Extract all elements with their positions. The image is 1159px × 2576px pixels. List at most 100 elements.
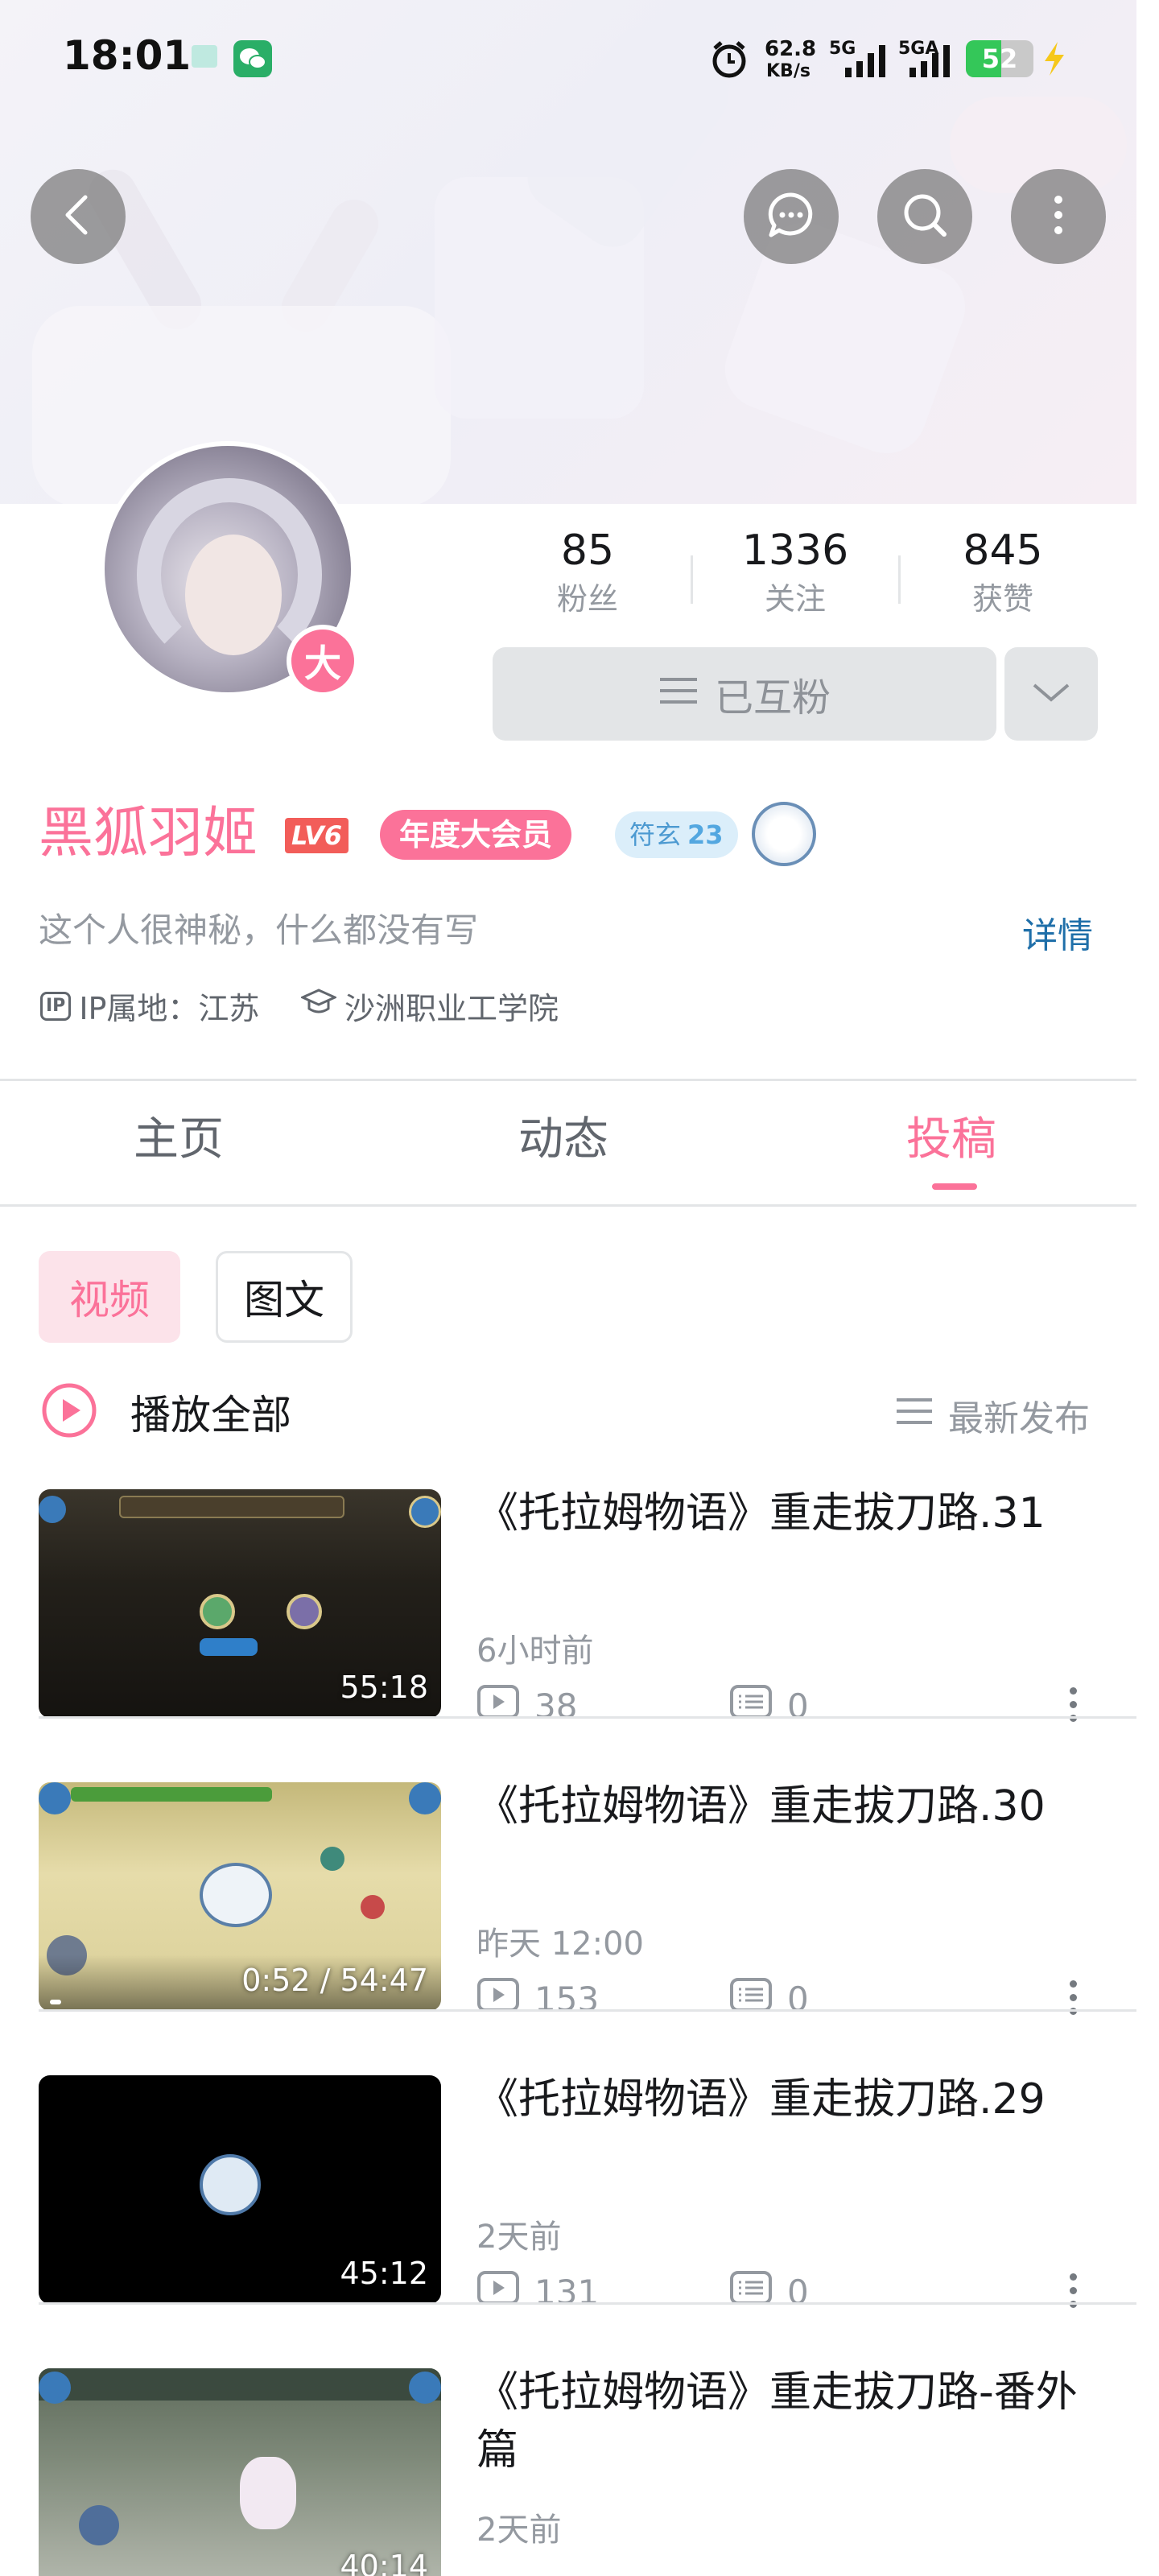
message-button[interactable]	[744, 169, 839, 264]
tab-uploads[interactable]: 投稿	[906, 1108, 996, 1172]
sort-label: 最新发布	[948, 1398, 1090, 1439]
graduation-cap-icon	[299, 988, 338, 1024]
stat-divider	[898, 555, 901, 604]
comment-icon	[729, 1684, 773, 1728]
video-item[interactable]: 0:52 / 54:47 《托拉姆物语》重走拔刀路.30 昨天 12:00 15…	[0, 1782, 1136, 2082]
ip-location: IP IP属地：江苏	[40, 984, 259, 1028]
fan-medal[interactable]: 符玄 23	[615, 811, 738, 858]
following-count: 1336	[741, 526, 849, 575]
signal-1-icon	[845, 45, 890, 80]
tab-home[interactable]: 主页	[134, 1108, 224, 1172]
video-thumbnail[interactable]: 40:14	[39, 2368, 441, 2576]
video-play-count: 131	[476, 2270, 599, 2314]
video-publish-time: 2天前	[476, 2512, 562, 2549]
play-all-label: 播放全部	[130, 1392, 291, 1439]
search-icon	[898, 188, 951, 245]
search-button[interactable]	[877, 169, 972, 264]
comment-count-value: 0	[787, 1979, 809, 2019]
divider	[39, 2009, 1136, 2012]
following-label: 关注	[764, 581, 826, 617]
school-info: 沙洲职业工学院	[299, 984, 559, 1028]
menu-lines-icon	[658, 671, 699, 716]
play-count-icon	[476, 1684, 520, 1728]
video-thumbnail[interactable]: 0:52 / 54:47	[39, 1782, 441, 2011]
net-speed-value: 62.8	[765, 37, 817, 61]
comment-count-value: 0	[787, 1686, 809, 1726]
battery-level: 52	[981, 43, 1018, 74]
video-title: 《托拉姆物语》重走拔刀路.29	[476, 2075, 1046, 2124]
video-play-count: 38	[476, 1684, 577, 1728]
video-thumbnail[interactable]: 45:12	[39, 2075, 441, 2304]
school-name: 沙洲职业工学院	[344, 991, 559, 1026]
status-time: 18:01	[63, 32, 192, 79]
video-thumbnail[interactable]: 55:18	[39, 1489, 441, 1718]
video-more-button[interactable]	[1061, 1676, 1085, 1732]
vip-badge: 大	[287, 625, 359, 697]
video-item[interactable]: 55:18 《托拉姆物语》重走拔刀路.31 6小时前 38 0	[0, 1489, 1136, 1789]
ip-location-text: IP属地：江苏	[79, 991, 260, 1026]
video-item[interactable]: 45:12 《托拉姆物语》重走拔刀路.29 2天前 131 0	[0, 2075, 1136, 2375]
back-button[interactable]	[31, 169, 126, 264]
fans-stat[interactable]: 85 粉丝	[499, 525, 676, 621]
alarm-icon	[708, 39, 750, 84]
detail-link[interactable]: 详情	[1022, 906, 1093, 958]
follow-status-label: 已互粉	[714, 675, 831, 720]
tab-dynamics[interactable]: 动态	[518, 1108, 608, 1172]
sort-lines-icon	[895, 1395, 934, 1436]
play-count-value: 38	[534, 1686, 578, 1726]
divider	[39, 2302, 1136, 2305]
stat-divider	[691, 555, 693, 604]
likes-stat[interactable]: 845 获赞	[914, 525, 1091, 621]
video-title: 《托拉姆物语》重走拔刀路.31	[476, 1489, 1046, 1538]
charging-icon	[1040, 40, 1069, 80]
following-stat[interactable]: 1336 关注	[707, 525, 884, 621]
video-comment-count: 0	[729, 1684, 809, 1728]
sort-button[interactable]: 最新发布	[895, 1389, 1090, 1441]
video-publish-time: 6小时前	[476, 1633, 594, 1670]
video-title: 《托拉姆物语》重走拔刀路-番外篇	[476, 2368, 1078, 2475]
play-all-button[interactable]: 播放全部	[40, 1381, 291, 1443]
play-count-value: 153	[534, 1979, 600, 2019]
vip-tag[interactable]: 年度大会员	[380, 810, 572, 860]
video-duration: 40:14	[340, 2549, 428, 2576]
notification-icon	[192, 45, 217, 68]
video-more-button[interactable]	[1061, 2262, 1085, 2318]
emblem-icon[interactable]	[752, 802, 816, 866]
chevron-left-icon	[58, 191, 98, 242]
play-circle-icon	[40, 1381, 98, 1443]
divider	[39, 1716, 1136, 1719]
chevron-down-icon	[1031, 680, 1071, 708]
fans-count: 85	[560, 526, 615, 575]
likes-count: 845	[963, 526, 1043, 575]
signature: 这个人很神秘，什么都没有写	[39, 910, 479, 950]
follow-status-button[interactable]: 已互粉	[493, 647, 996, 741]
comment-icon	[729, 1977, 773, 2021]
comment-icon	[729, 2270, 773, 2314]
video-comment-count: 0	[729, 2270, 809, 2314]
divider	[0, 1079, 1136, 1081]
filter-article[interactable]: 图文	[216, 1251, 353, 1343]
comment-count-value: 0	[787, 2272, 809, 2312]
video-publish-time: 昨天 12:00	[476, 1926, 644, 1963]
fans-label: 粉丝	[556, 581, 618, 617]
divider	[0, 1204, 1136, 1207]
medal-level: 23	[687, 819, 724, 850]
video-more-button[interactable]	[1061, 1969, 1085, 2025]
play-count-icon	[476, 2270, 520, 2314]
profile-page: 18:01 62.8 KB/s 5G 5GA 52 大 85 粉丝 1336 关…	[0, 0, 1159, 2576]
medal-name: 符玄	[629, 819, 682, 850]
more-button[interactable]	[1011, 169, 1106, 264]
video-item[interactable]: 40:14 《托拉姆物语》重走拔刀路-番外篇 2天前	[0, 2368, 1136, 2576]
likes-label: 获赞	[971, 581, 1033, 617]
wechat-icon	[233, 40, 272, 77]
video-duration: 55:18	[340, 1670, 428, 1705]
level-badge: LV6	[285, 818, 349, 853]
more-vertical-icon	[1050, 188, 1066, 245]
tab-indicator	[932, 1183, 977, 1190]
play-count-icon	[476, 1977, 520, 2021]
battery-indicator: 52	[966, 40, 1033, 77]
signal-2-icon	[909, 45, 955, 80]
follow-options-button[interactable]	[1004, 647, 1098, 741]
filter-video[interactable]: 视频	[39, 1251, 180, 1343]
play-count-value: 131	[534, 2272, 600, 2312]
